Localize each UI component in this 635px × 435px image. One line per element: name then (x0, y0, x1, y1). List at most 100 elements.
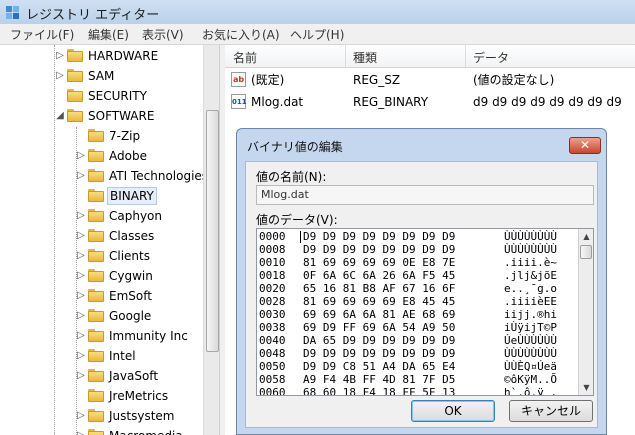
expand-arrow-icon[interactable]: ▷ (76, 426, 86, 435)
window-title: レジストリ エディター (26, 8, 160, 23)
hex-line: 0048 D9 D9 D9 D9 D9 D9 D9 D9 ÙÙÙÙÙÙÙÙ (259, 347, 577, 360)
hex-offset: 0020 (259, 282, 286, 295)
expand-arrow-icon[interactable]: ▷ (76, 226, 86, 246)
list-item[interactable]: 011 Mlog.dat REG_BINARY d9 d9 d9 d9 d9 d… (225, 92, 635, 112)
folder-icon (88, 369, 104, 382)
hex-bytes: 69 D9 FF 69 6A 54 A9 50 (303, 321, 456, 334)
hex-line: 0010 81 69 69 69 69 0E E8 7E .iiii.è~ (259, 256, 577, 269)
list-item[interactable]: ab (既定) REG_SZ (値の設定なし) (225, 70, 635, 90)
tree-item-label: ATI Technologies (109, 169, 209, 183)
hex-offset: 0048 (259, 347, 286, 360)
tree-item-label: Google (109, 309, 152, 323)
folder-icon (67, 109, 83, 122)
dialog-body: 値の名前(N): Mlog.dat 値のデータ(V): 0000 D9 D9 D9… (245, 161, 598, 428)
menu-view[interactable]: 表示(V) (142, 26, 184, 43)
tree-scrollbar[interactable] (203, 45, 220, 435)
tree-scroll-thumb[interactable] (206, 110, 219, 352)
tree-item-label: Cygwin (109, 269, 153, 283)
expand-arrow-icon[interactable]: ▷ (55, 46, 65, 66)
list-header: 名前 種類 データ (225, 45, 635, 68)
folder-icon (88, 169, 104, 182)
expand-arrow-icon[interactable]: ▷ (76, 246, 86, 266)
hex-line: 0038 69 D9 FF 69 6A 54 A9 50 iÙÿijT©P (259, 321, 577, 334)
hex-ascii: ÙÙÙÙÙÙÙÙ (504, 243, 557, 256)
hex-bytes: D9 D9 D9 D9 D9 D9 D9 D9 (303, 347, 456, 360)
menu-edit[interactable]: 編集(E) (88, 26, 129, 43)
tree-item-label: Caphyon (109, 209, 163, 223)
value-name-label: 値の名前(N): (256, 170, 327, 184)
close-button[interactable]: ✕ (569, 137, 601, 154)
folder-icon (88, 229, 104, 242)
menu-favorites[interactable]: お気に入り(A) (202, 26, 280, 43)
hex-line: 0030 69 69 6A 6A 81 AE 68 69 iijj.®hi (259, 308, 577, 321)
hex-bytes: 81 69 69 69 69 0E E8 7E (303, 256, 456, 269)
string-value-icon: ab (231, 72, 246, 87)
folder-icon (67, 49, 83, 62)
hex-line: 0058 A9 F4 4B FF 4D 81 7F D5 ©ôKÿM..Õ (259, 373, 577, 386)
hex-ascii: ÙÙÙÙÙÙÙÙ (504, 347, 557, 360)
hex-ascii: .iiii.è~ (504, 256, 557, 269)
hex-ascii: .jlj&jõE (504, 269, 557, 282)
expand-arrow-icon[interactable]: ▷ (76, 346, 86, 366)
tree-item-label: Immunity Inc (109, 329, 188, 343)
folder-icon (88, 129, 104, 142)
expand-arrow-icon[interactable]: ▷ (76, 206, 86, 226)
value-name: Mlog.dat (251, 95, 304, 109)
menu-bar: ファイル(F) 編集(E) 表示(V) お気に入り(A) ヘルプ(H) (0, 24, 635, 45)
tree-item-label: Macromedia (109, 426, 183, 435)
menu-help[interactable]: ヘルプ(H) (290, 26, 344, 43)
hex-bytes: 81 69 69 69 69 E8 45 45 (303, 295, 456, 308)
expand-arrow-icon[interactable]: ▷ (76, 166, 86, 186)
hex-offset: 0008 (259, 243, 286, 256)
expand-arrow-icon[interactable]: ◢ (55, 106, 65, 126)
binary-value-icon: 011 (231, 94, 247, 109)
tree-item-label: BINARY (107, 187, 157, 205)
hex-line: 0018 0F 6A 6C 6A 26 6A F5 45 .jlj&jõE (259, 269, 577, 282)
expand-arrow-icon[interactable]: ▷ (76, 266, 86, 286)
folder-icon (88, 149, 104, 162)
key-tree[interactable]: ▷ HARDWARE ▷ SAM SECURITY ◢ SOFTWARE 7-Zip ▷ Adob… (0, 45, 219, 435)
expand-arrow-icon[interactable]: ▷ (76, 406, 86, 426)
scroll-up-arrow-icon[interactable]: ▲ (579, 229, 593, 244)
column-separator[interactable] (345, 45, 346, 67)
column-separator[interactable] (465, 45, 466, 67)
text-caret (300, 231, 301, 243)
expand-arrow-icon[interactable]: ▷ (76, 326, 86, 346)
hex-bytes: 68 60 18 F4 18 FF 5F 13 (303, 386, 456, 396)
hex-offset: 0038 (259, 321, 286, 334)
scroll-down-arrow-icon[interactable]: ▼ (579, 380, 593, 395)
tree-item-label: Adobe (109, 149, 147, 163)
tree-item-label: JavaSoft (109, 369, 159, 383)
hex-scroll-thumb[interactable] (580, 245, 592, 259)
tree-item-label: Justsystem (109, 409, 175, 423)
expand-arrow-icon[interactable]: ▷ (55, 66, 65, 86)
column-header-data[interactable]: データ (473, 49, 509, 66)
hex-bytes: D9 D9 D9 D9 D9 D9 D9 D9 (303, 243, 456, 256)
hex-line: 0040 DA 65 D9 D9 D9 D9 D9 D9 ÚeÙÙÙÙÙÙ (259, 334, 577, 347)
title-bar: レジストリ エディター (0, 0, 635, 25)
hex-line: 0028 81 69 69 69 69 E8 45 45 .iiiièEE (259, 295, 577, 308)
value-name: (既定) (251, 73, 285, 87)
expand-arrow-icon[interactable]: ▷ (76, 306, 86, 326)
expand-arrow-icon[interactable]: ▷ (76, 366, 86, 386)
hex-scrollbar[interactable]: ▲ ▼ (578, 229, 593, 395)
hex-offset: 0010 (259, 256, 286, 269)
hex-bytes: 0F 6A 6C 6A 26 6A F5 45 (303, 269, 456, 282)
folder-icon (88, 269, 104, 282)
column-header-type[interactable]: 種類 (353, 49, 377, 66)
tree-item-label: Intel (109, 349, 136, 363)
hex-line: 0050 D9 D9 C8 51 A4 DA 65 E4 ÙÙÈQ¤Úeä (259, 360, 577, 373)
menu-file[interactable]: ファイル(F) (10, 26, 74, 43)
hex-editor[interactable]: 0000 D9 D9 D9 D9 D9 D9 D9 D9 ÙÙÙÙÙÙÙÙ 0008 D… (256, 228, 594, 396)
hex-offset: 0018 (259, 269, 286, 282)
ok-button[interactable]: OK (411, 400, 495, 422)
hex-ascii: iijj.®hi (504, 308, 557, 321)
cancel-button[interactable]: キャンセル (509, 400, 593, 422)
value-data-label: 値のデータ(V): (256, 213, 338, 227)
hex-ascii: h`.ô.ÿ_. (504, 386, 557, 396)
tree-item-label: HARDWARE (88, 49, 159, 63)
expand-arrow-icon[interactable]: ▷ (76, 286, 86, 306)
column-header-name[interactable]: 名前 (233, 49, 257, 66)
expand-arrow-icon[interactable]: ▷ (76, 146, 86, 166)
folder-icon (88, 429, 104, 435)
